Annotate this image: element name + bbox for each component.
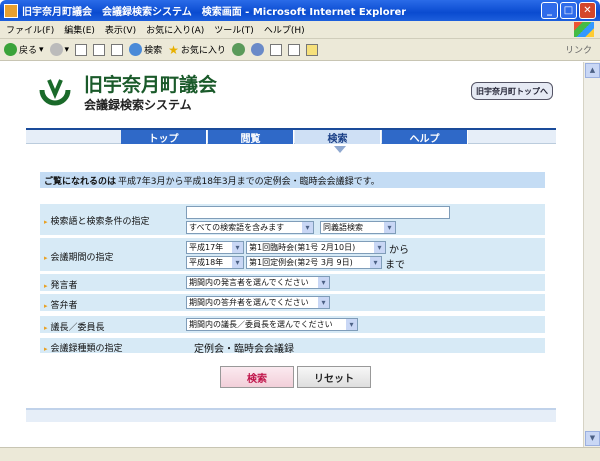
- notice-lead: ご覧になれるのは: [44, 176, 117, 187]
- to-session-select[interactable]: 第1回定例会(第2号 3月 9日): [246, 256, 382, 269]
- system-name: 会議録検索システム: [84, 98, 192, 112]
- status-bar: [0, 447, 600, 461]
- nav-bar: トップ 閲覧 検索 ヘルプ: [26, 128, 556, 145]
- speaker-select[interactable]: 期間内の発言者を選んでください: [186, 276, 330, 289]
- tab-top[interactable]: トップ: [121, 130, 207, 145]
- site-name: 旧宇奈月町議会: [84, 74, 218, 96]
- links-label[interactable]: リンク: [565, 43, 592, 56]
- to-year-select[interactable]: 平成18年: [186, 256, 244, 269]
- forward-button[interactable]: ▾: [49, 43, 69, 56]
- tab-browse[interactable]: 閲覧: [208, 130, 294, 145]
- respondent-label: 答弁者: [50, 301, 78, 311]
- reset-button[interactable]: リセット: [297, 366, 371, 388]
- town-top-link[interactable]: 旧宇奈月町トップへ: [471, 82, 553, 100]
- record-type-row: ▸ 会議録種類の指定 定例会・臨時会会議録: [40, 338, 545, 355]
- record-type-value: 定例会・臨時会会議録: [194, 344, 294, 355]
- speaker-row: ▸ 発言者 期間内の発言者を選んでください: [40, 274, 545, 292]
- to-suffix: まで: [385, 260, 405, 271]
- from-suffix: から: [389, 245, 409, 256]
- forward-arrow-icon: [49, 43, 63, 56]
- mail-icon[interactable]: [250, 43, 264, 56]
- edit-icon[interactable]: [287, 43, 300, 56]
- menu-bar: ファイル(F) 編集(E) 表示(V) お気に入り(A) ツール(T) ヘルプ(…: [0, 21, 600, 39]
- menu-help[interactable]: ヘルプ(H): [264, 23, 305, 36]
- chair-select[interactable]: 期間内の議長／委員長を選んでください: [186, 318, 358, 331]
- period-label: 会議期間の指定: [50, 253, 114, 263]
- close-button[interactable]: ✕: [579, 2, 596, 19]
- print-icon[interactable]: [269, 43, 282, 56]
- search-submit-button[interactable]: 検索: [220, 366, 294, 388]
- search-icon: [129, 43, 143, 56]
- scroll-down-icon[interactable]: ▼: [585, 431, 600, 446]
- keyword-row: ▸検索語と検索条件の指定 すべての検索語を含みます 同義語検索: [40, 204, 545, 236]
- folder-icon[interactable]: [305, 43, 318, 56]
- refresh-icon[interactable]: [93, 43, 106, 56]
- menu-favorites[interactable]: お気に入り(A): [146, 23, 204, 36]
- window-title: 旧宇奈月町議会 会議録検索システム 検索画面 - Microsoft Inter…: [22, 7, 407, 18]
- menu-view[interactable]: 表示(V): [105, 23, 136, 36]
- period-row: ▸会議期間の指定 平成17年 第1回臨時会(第1号 2月10日) から 平成18…: [40, 238, 545, 272]
- respondent-row: ▸ 答弁者 期間内の答弁者を選んでください: [40, 294, 545, 312]
- search-label: 検索: [144, 46, 163, 56]
- scroll-up-icon[interactable]: ▲: [585, 63, 600, 78]
- town-logo-icon: [39, 79, 71, 106]
- from-session-select[interactable]: 第1回臨時会(第1号 2月10日): [246, 241, 386, 254]
- synonym-select[interactable]: 同義語検索: [320, 221, 396, 234]
- favorites-label: お気に入り: [180, 46, 226, 56]
- speaker-label: 発言者: [50, 281, 78, 291]
- search-condition-select[interactable]: すべての検索語を含みます: [186, 221, 314, 234]
- favorites-button[interactable]: ★ お気に入り: [168, 43, 226, 57]
- bullet-arrow-icon: ▸: [44, 345, 48, 353]
- bullet-arrow-icon: ▸: [44, 324, 48, 332]
- back-button[interactable]: 戻る ▾: [4, 43, 44, 56]
- availability-notice: ご覧になれるのは 平成7年3月から平成18年3月までの定例会・臨時会会議録です。: [40, 172, 545, 188]
- vertical-scrollbar[interactable]: ▲ ▼: [583, 62, 600, 447]
- keyword-input[interactable]: [186, 206, 450, 219]
- menu-file[interactable]: ファイル(F): [6, 23, 54, 36]
- menu-tools[interactable]: ツール(T): [214, 23, 254, 36]
- minimize-button[interactable]: _: [541, 2, 558, 19]
- tab-search[interactable]: 検索: [295, 130, 381, 145]
- notice-text: 平成7年3月から平成18年3月までの定例会・臨時会会議録です。: [118, 176, 380, 187]
- search-button[interactable]: 検索: [129, 43, 162, 56]
- home-icon[interactable]: [111, 43, 124, 56]
- history-icon[interactable]: [231, 43, 245, 56]
- bullet-arrow-icon: ▸: [44, 282, 48, 290]
- browser-toolbar: 戻る ▾ ▾ 検索 ★ お気に入り リンク: [0, 39, 600, 61]
- star-icon: ★: [168, 42, 179, 57]
- bullet-arrow-icon: ▸: [44, 218, 48, 226]
- chair-label: 議長／委員長: [50, 323, 105, 333]
- tab-help[interactable]: ヘルプ: [382, 130, 468, 145]
- respondent-select[interactable]: 期間内の答弁者を選んでください: [186, 296, 330, 309]
- maximize-button[interactable]: □: [560, 2, 577, 19]
- active-tab-pointer: [334, 146, 346, 153]
- back-label: 戻る: [19, 46, 38, 56]
- stop-icon[interactable]: [75, 43, 88, 56]
- menu-edit[interactable]: 編集(E): [64, 23, 95, 36]
- chair-row: ▸ 議長／委員長 期間内の議長／委員長を選んでください: [40, 316, 545, 334]
- keyword-label: 検索語と検索条件の指定: [50, 217, 150, 227]
- bullet-arrow-icon: ▸: [44, 254, 48, 262]
- footer-band: [26, 408, 556, 422]
- back-arrow-icon: [4, 43, 17, 56]
- window-titlebar: 旧宇奈月町議会 会議録検索システム 検索画面 - Microsoft Inter…: [0, 0, 600, 21]
- bullet-arrow-icon: ▸: [44, 302, 48, 310]
- windows-logo-icon: [574, 22, 594, 37]
- ie-app-icon: [4, 3, 18, 18]
- record-type-label: 会議録種類の指定: [50, 344, 123, 354]
- from-year-select[interactable]: 平成17年: [186, 241, 244, 254]
